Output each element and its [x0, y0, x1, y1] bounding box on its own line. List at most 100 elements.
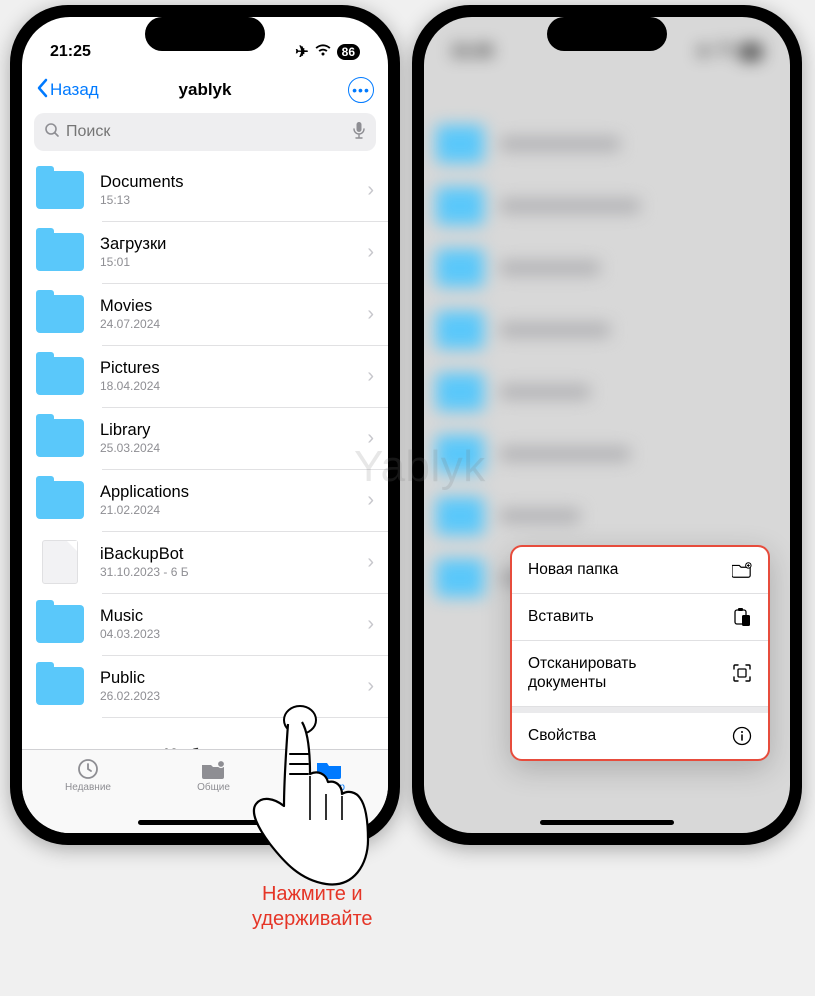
home-indicator[interactable] — [138, 820, 272, 825]
menu-new-folder[interactable]: Новая папка — [512, 547, 768, 594]
menu-paste[interactable]: Вставить — [512, 594, 768, 641]
file-subtitle: 31.10.2023 - 6 Б — [100, 565, 367, 579]
phone-frame-left: 21:25 ✈︎ 86 Назад yablyk ••• — [10, 5, 400, 845]
airplane-icon: ✈︎ — [295, 42, 308, 62]
file-name: Applications — [100, 483, 367, 503]
file-subtitle: 26.02.2023 — [100, 689, 367, 703]
dynamic-island — [547, 17, 667, 51]
hint-line1: Нажмите и — [252, 882, 373, 907]
folder-icon — [36, 605, 84, 643]
more-button[interactable]: ••• — [348, 77, 374, 103]
file-row[interactable]: Загрузки15:01› — [22, 221, 388, 283]
menu-properties[interactable]: Свойства — [512, 707, 768, 759]
mic-icon[interactable] — [352, 121, 366, 144]
file-subtitle: 18.04.2024 — [100, 379, 367, 393]
file-name: Pictures — [100, 359, 367, 379]
menu-scan-label: Отсканировать документы — [528, 654, 708, 693]
folder-icon — [36, 171, 84, 209]
new-folder-icon — [732, 560, 752, 580]
chevron-right-icon: › — [367, 303, 374, 326]
file-row[interactable]: Public26.02.2023› — [22, 655, 388, 717]
hint-line2: удерживайте — [252, 907, 373, 932]
folder-icon — [36, 419, 84, 457]
file-subtitle: 25.03.2024 — [100, 441, 367, 455]
battery-icon: 86 — [337, 44, 360, 60]
file-subtitle: 24.07.2024 — [100, 317, 367, 331]
menu-paste-label: Вставить — [528, 608, 594, 626]
tab-shared[interactable]: Общие — [197, 758, 230, 793]
status-icons: ✈︎ 86 — [295, 42, 360, 62]
file-name: iBackupBot — [100, 545, 367, 565]
file-row[interactable]: Pictures18.04.2024› — [22, 345, 388, 407]
phone-frame-right: 21:25 ✈︎ 86 Новая папка — [412, 5, 802, 845]
file-name: Documents — [100, 173, 367, 193]
folder-icon — [36, 295, 84, 333]
tab-browse-label: Обзор — [316, 782, 345, 793]
folder-icon — [317, 758, 343, 780]
clipboard-icon — [732, 607, 752, 627]
back-label: Назад — [50, 80, 99, 100]
folder-icon — [36, 233, 84, 271]
status-time: 21:25 — [452, 43, 493, 61]
file-row[interactable]: Movies24.07.2024› — [22, 283, 388, 345]
file-name: Public — [100, 669, 367, 689]
screen-left: 21:25 ✈︎ 86 Назад yablyk ••• — [22, 17, 388, 833]
chevron-right-icon: › — [367, 489, 374, 512]
chevron-right-icon: › — [367, 179, 374, 202]
status-icons: ✈︎ 86 — [697, 42, 762, 62]
wifi-icon — [716, 43, 734, 62]
info-icon — [732, 726, 752, 746]
file-subtitle: 21.02.2024 — [100, 503, 367, 517]
file-row[interactable]: Library25.03.2024› — [22, 407, 388, 469]
status-time: 21:25 — [50, 43, 91, 61]
shared-folder-icon — [201, 758, 227, 780]
folder-icon — [36, 481, 84, 519]
file-row[interactable]: Applications21.02.2024› — [22, 469, 388, 531]
file-name: Library — [100, 421, 367, 441]
nav-bar: Назад yablyk ••• — [22, 69, 388, 109]
home-indicator[interactable] — [540, 820, 674, 825]
chevron-right-icon: › — [367, 427, 374, 450]
file-subtitle: 15:13 — [100, 193, 367, 207]
tab-browse[interactable]: Обзор — [316, 758, 345, 793]
search-icon — [44, 122, 60, 143]
battery-icon: 86 — [739, 44, 762, 60]
file-row[interactable]: iBackupBot31.10.2023 - 6 Б› — [22, 531, 388, 593]
file-name: Music — [100, 607, 367, 627]
chevron-right-icon: › — [367, 241, 374, 264]
airplane-icon: ✈︎ — [697, 42, 710, 62]
scan-icon — [732, 663, 752, 683]
menu-new-folder-label: Новая папка — [528, 561, 618, 579]
file-list: Documents15:13›Загрузки15:01›Movies24.07… — [22, 159, 388, 717]
context-menu: Новая папка Вставить Отсканировать докум… — [510, 545, 770, 761]
chevron-right-icon: › — [367, 551, 374, 574]
chevron-right-icon: › — [367, 613, 374, 636]
menu-scan[interactable]: Отсканировать документы — [512, 641, 768, 707]
hint-text: Нажмите и удерживайте — [252, 882, 373, 932]
tab-shared-label: Общие — [197, 782, 230, 793]
chevron-right-icon: › — [367, 365, 374, 388]
chevron-left-icon — [36, 78, 48, 103]
search-input[interactable] — [66, 123, 346, 141]
file-row[interactable]: Documents15:13› — [22, 159, 388, 221]
tab-recent-label: Недавние — [65, 782, 111, 793]
chevron-right-icon: › — [367, 675, 374, 698]
file-name: Movies — [100, 297, 367, 317]
folder-icon — [36, 357, 84, 395]
tab-bar: Недавние Общие Обзор — [22, 749, 388, 833]
file-subtitle: 15:01 — [100, 255, 367, 269]
back-button[interactable]: Назад — [36, 78, 99, 103]
wifi-icon — [314, 43, 332, 62]
file-name: Загрузки — [100, 235, 367, 255]
document-icon — [42, 540, 78, 584]
file-subtitle: 04.03.2023 — [100, 627, 367, 641]
ellipsis-icon: ••• — [352, 82, 370, 98]
menu-properties-label: Свойства — [528, 727, 596, 745]
folder-icon — [36, 667, 84, 705]
screen-right: 21:25 ✈︎ 86 Новая папка — [424, 17, 790, 833]
clock-icon — [75, 758, 101, 780]
search-bar[interactable] — [34, 113, 376, 151]
dynamic-island — [145, 17, 265, 51]
file-row[interactable]: Music04.03.2023› — [22, 593, 388, 655]
tab-recent[interactable]: Недавние — [65, 758, 111, 793]
